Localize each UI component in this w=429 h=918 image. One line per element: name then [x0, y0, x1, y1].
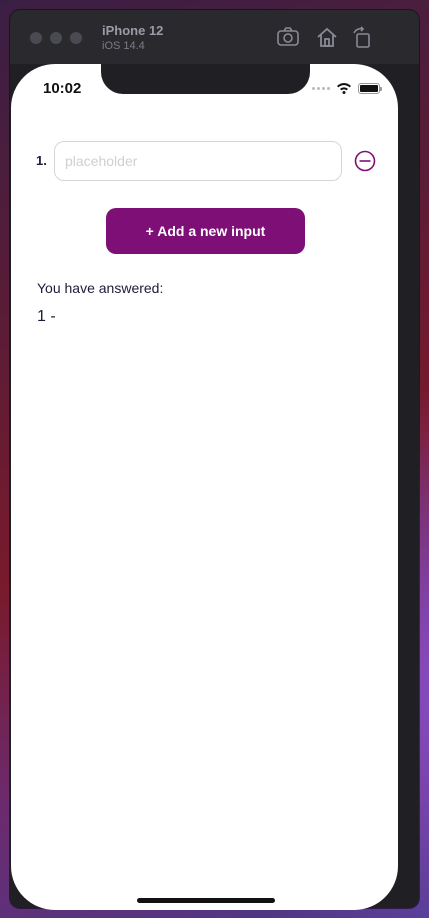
battery-icon [358, 82, 382, 94]
answered-heading: You have answered: [37, 280, 164, 296]
rotate-icon[interactable] [351, 26, 375, 48]
wifi-icon [336, 82, 352, 94]
home-indicator[interactable] [137, 898, 275, 903]
remove-input-button[interactable] [354, 150, 376, 172]
answer-line: 1 - [37, 308, 56, 325]
status-time: 10:02 [43, 80, 82, 97]
home-icon[interactable] [315, 26, 339, 48]
input-row: 1. [36, 141, 382, 181]
minimize-window-button[interactable] [50, 32, 62, 44]
add-input-button[interactable]: + Add a new input [106, 208, 305, 254]
input-index-label: 1. [36, 153, 47, 168]
simulator-window: iPhone 12 iOS 14.4 10:02 1. placeholder … [10, 10, 419, 910]
device-name: iPhone 12 [102, 23, 164, 38]
zoom-window-button[interactable] [70, 32, 82, 44]
close-window-button[interactable] [30, 32, 42, 44]
phone-screen: 10:02 1. placeholder + Add a new input Y… [11, 64, 398, 910]
notch [101, 64, 310, 94]
answer-input[interactable] [54, 141, 342, 181]
minus-circle-icon [354, 150, 376, 172]
simulator-titlebar: iPhone 12 iOS 14.4 [10, 10, 419, 64]
signal-icon [312, 86, 330, 90]
device-os-version: iOS 14.4 [102, 40, 145, 52]
status-icons [312, 82, 382, 94]
screenshot-icon[interactable] [276, 26, 300, 48]
